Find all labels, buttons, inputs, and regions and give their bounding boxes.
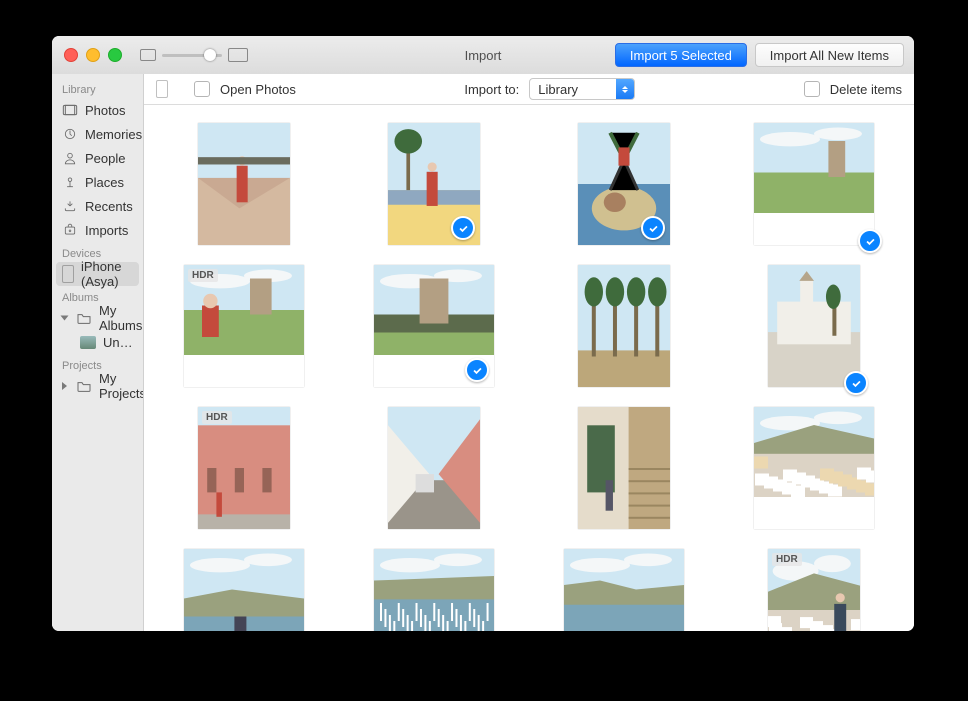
import-to-value: Library [530, 82, 616, 97]
hdr-badge: HDR [188, 269, 218, 282]
iphone-icon [62, 267, 74, 281]
close-icon[interactable] [64, 48, 78, 62]
photo-thumbnail[interactable] [754, 407, 874, 529]
sidebar-item-label: My Albums [99, 303, 142, 333]
thumbnail-large-icon [228, 48, 248, 62]
photo-thumbnail[interactable] [388, 407, 480, 529]
chevron-right-icon[interactable] [62, 382, 67, 390]
import-selected-button[interactable]: Import 5 Selected [615, 43, 747, 67]
photo-thumbnail[interactable] [578, 123, 670, 245]
open-photos-label: Open Photos [220, 82, 296, 97]
photo-thumbnail[interactable]: HDR [184, 265, 304, 387]
photos-icon [62, 103, 78, 117]
sidebar-item-device[interactable]: iPhone (Asya) [56, 262, 139, 286]
open-photos-checkbox[interactable] [194, 81, 210, 97]
sidebar-item-label: Imports [85, 223, 128, 238]
photo-thumbnail[interactable] [578, 265, 670, 387]
minimize-icon[interactable] [86, 48, 100, 62]
main-panel: Open Photos Import to: Library Delete it… [144, 74, 914, 631]
photo-thumbnail[interactable]: HDR [768, 549, 860, 631]
zoom-slider-thumb[interactable] [204, 49, 216, 61]
delete-items-checkbox[interactable] [804, 81, 820, 97]
sidebar-item-label: Untitled Alb… [103, 335, 133, 350]
thumbnail-zoom-slider[interactable] [140, 48, 248, 62]
sidebar-item-label: Places [85, 175, 124, 190]
places-icon [62, 175, 78, 189]
window-title: Import [465, 48, 502, 63]
photos-window: Import Import 5 Selected Import All New … [52, 36, 914, 631]
photo-thumbnail[interactable] [374, 549, 494, 631]
sidebar: Library Photos Memories People Places Re… [52, 74, 144, 631]
people-icon [62, 151, 78, 165]
sidebar-item-people[interactable]: People [52, 146, 143, 170]
device-icon [156, 80, 168, 98]
memories-icon [62, 127, 78, 141]
album-thumb-icon [80, 335, 96, 349]
sidebar-item-my-projects[interactable]: My Projects [52, 374, 143, 398]
sidebar-item-imports[interactable]: Imports [52, 218, 143, 242]
sidebar-item-label: My Projects [99, 371, 144, 401]
hdr-badge: HDR [202, 411, 232, 424]
zoom-slider-track[interactable] [162, 54, 222, 57]
sidebar-header-library: Library [52, 78, 143, 98]
zoom-icon[interactable] [108, 48, 122, 62]
sidebar-item-label: People [85, 151, 125, 166]
select-stepper-icon [616, 79, 634, 99]
folder-icon [76, 311, 92, 325]
sidebar-item-recents[interactable]: Recents [52, 194, 143, 218]
delete-items-label: Delete items [830, 82, 902, 97]
selected-check-icon [641, 216, 665, 240]
sidebar-item-label: Recents [85, 199, 133, 214]
sidebar-item-label: Photos [85, 103, 125, 118]
photo-thumbnail[interactable] [754, 123, 874, 245]
photo-thumbnail[interactable] [564, 549, 684, 631]
imports-icon [62, 223, 78, 237]
import-to-select[interactable]: Library [529, 78, 635, 100]
selected-check-icon [451, 216, 475, 240]
titlebar: Import Import 5 Selected Import All New … [52, 36, 914, 75]
photo-thumbnail[interactable] [768, 265, 860, 387]
sidebar-item-photos[interactable]: Photos [52, 98, 143, 122]
sidebar-item-places[interactable]: Places [52, 170, 143, 194]
sidebar-item-memories[interactable]: Memories [52, 122, 143, 146]
sidebar-item-my-albums[interactable]: My Albums [52, 306, 143, 330]
photo-thumbnail[interactable] [578, 407, 670, 529]
sidebar-item-label: iPhone (Asya) [81, 259, 133, 289]
window-controls [64, 48, 122, 62]
chevron-down-icon[interactable] [61, 316, 69, 321]
recents-icon [62, 199, 78, 213]
photo-thumbnail[interactable] [374, 265, 494, 387]
photo-thumbnail[interactable] [388, 123, 480, 245]
selected-check-icon [844, 371, 868, 395]
thumbnail-small-icon [140, 49, 156, 61]
sidebar-item-untitled-album[interactable]: Untitled Alb… [52, 330, 143, 354]
selected-check-icon [858, 229, 882, 253]
sidebar-item-label: Memories [85, 127, 142, 142]
photo-grid[interactable]: HDR HDR HDR [144, 105, 914, 631]
photo-thumbnail[interactable]: HDR [198, 407, 290, 529]
photo-thumbnail[interactable] [198, 123, 290, 245]
selected-check-icon [465, 358, 489, 382]
folder-icon [76, 379, 92, 393]
import-all-button[interactable]: Import All New Items [755, 43, 904, 67]
hdr-badge: HDR [772, 553, 802, 566]
import-toolbar: Open Photos Import to: Library Delete it… [144, 74, 914, 105]
import-to-label: Import to: [464, 82, 519, 97]
photo-thumbnail[interactable] [184, 549, 304, 631]
